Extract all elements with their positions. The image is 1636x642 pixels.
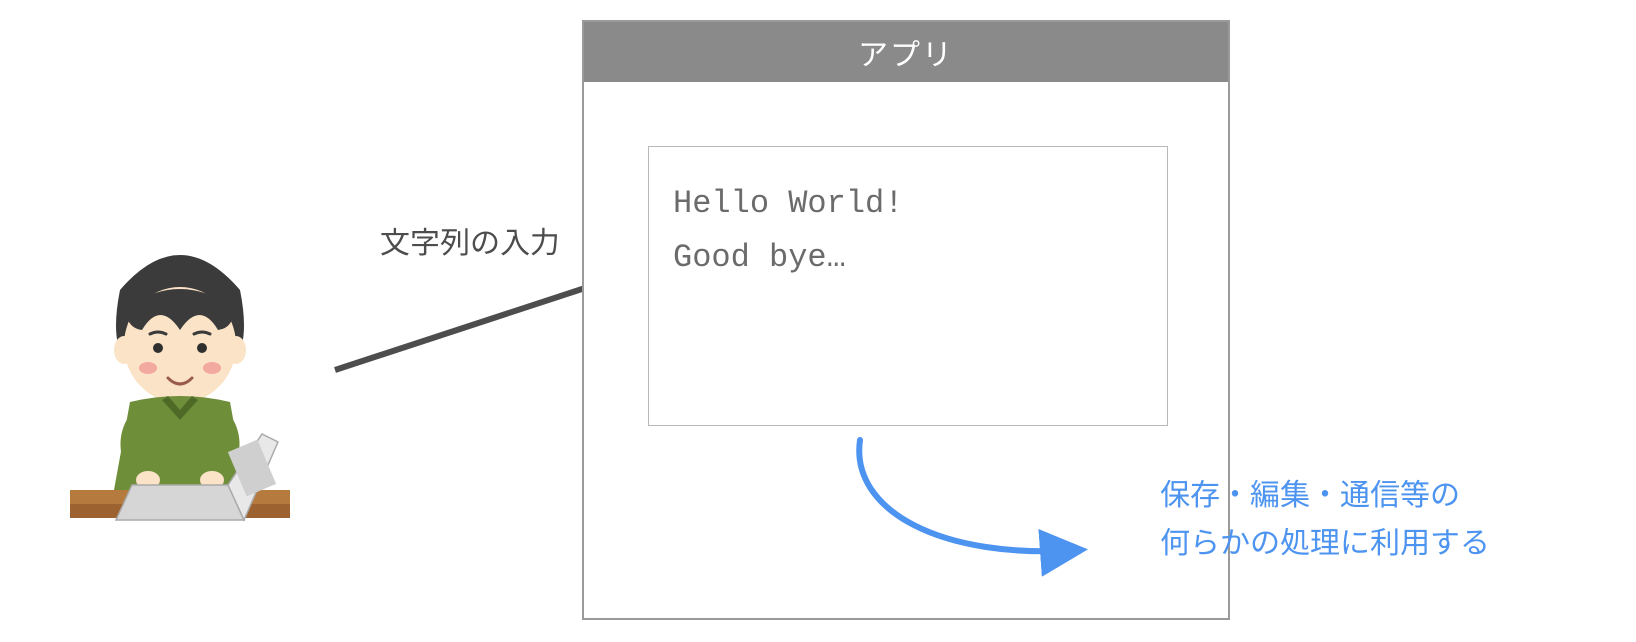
input-arrow-label: 文字列の入力: [380, 218, 560, 262]
app-title: アプリ: [858, 30, 954, 74]
process-label: 保存・編集・通信等の 何らかの処理に利用する: [1160, 468, 1490, 564]
user-at-laptop-icon: [40, 230, 320, 550]
process-arrow-icon: [820, 430, 1120, 590]
app-titlebar: アプリ: [584, 22, 1228, 82]
process-label-line2: 何らかの処理に利用する: [1160, 516, 1490, 564]
text-input-area[interactable]: Hello World! Good bye…: [648, 146, 1168, 426]
process-label-line1: 保存・編集・通信等の: [1160, 468, 1490, 516]
